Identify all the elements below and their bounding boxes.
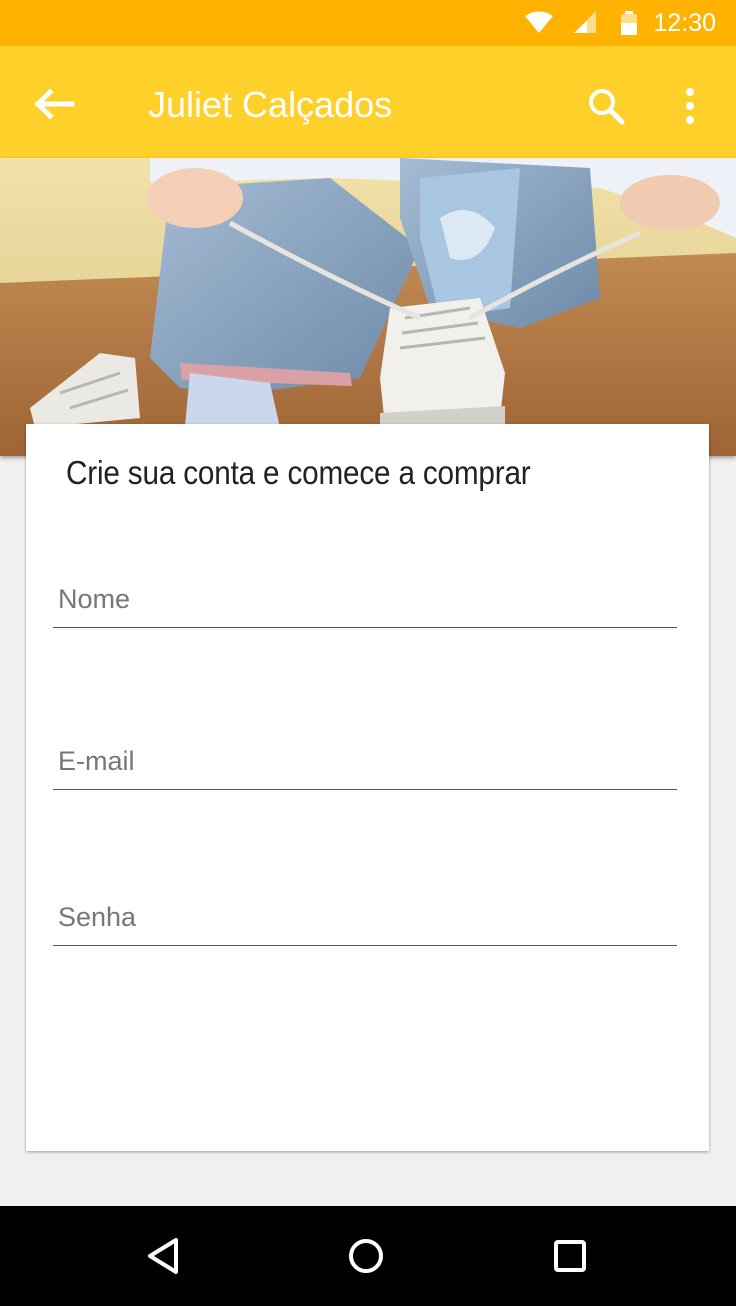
signup-card: Crie sua conta e comece a comprar: [26, 424, 709, 1151]
more-vert-icon[interactable]: [676, 86, 704, 126]
email-input[interactable]: [53, 734, 677, 789]
battery-icon: [621, 11, 637, 35]
name-field: [53, 572, 677, 628]
app-title: Juliet Calçados: [148, 84, 393, 125]
password-field: [53, 890, 677, 946]
recents-square-icon[interactable]: [550, 1236, 590, 1276]
signal-icon: [574, 11, 596, 33]
search-icon[interactable]: [586, 86, 626, 126]
password-input[interactable]: [53, 890, 677, 945]
home-circle-icon[interactable]: [346, 1236, 386, 1276]
hero-image: [0, 158, 736, 456]
status-time: 12:30: [653, 9, 716, 37]
signup-title: Crie sua conta e comece a comprar: [66, 454, 531, 491]
app-bar: Juliet Calçados: [0, 46, 736, 158]
nav-bar: [0, 1206, 736, 1306]
email-field: [53, 734, 677, 790]
status-bar: 12:30: [0, 0, 736, 46]
back-triangle-icon[interactable]: [144, 1236, 184, 1276]
back-arrow-icon[interactable]: [30, 84, 76, 124]
name-input[interactable]: [53, 572, 677, 627]
wifi-icon: [525, 11, 553, 33]
